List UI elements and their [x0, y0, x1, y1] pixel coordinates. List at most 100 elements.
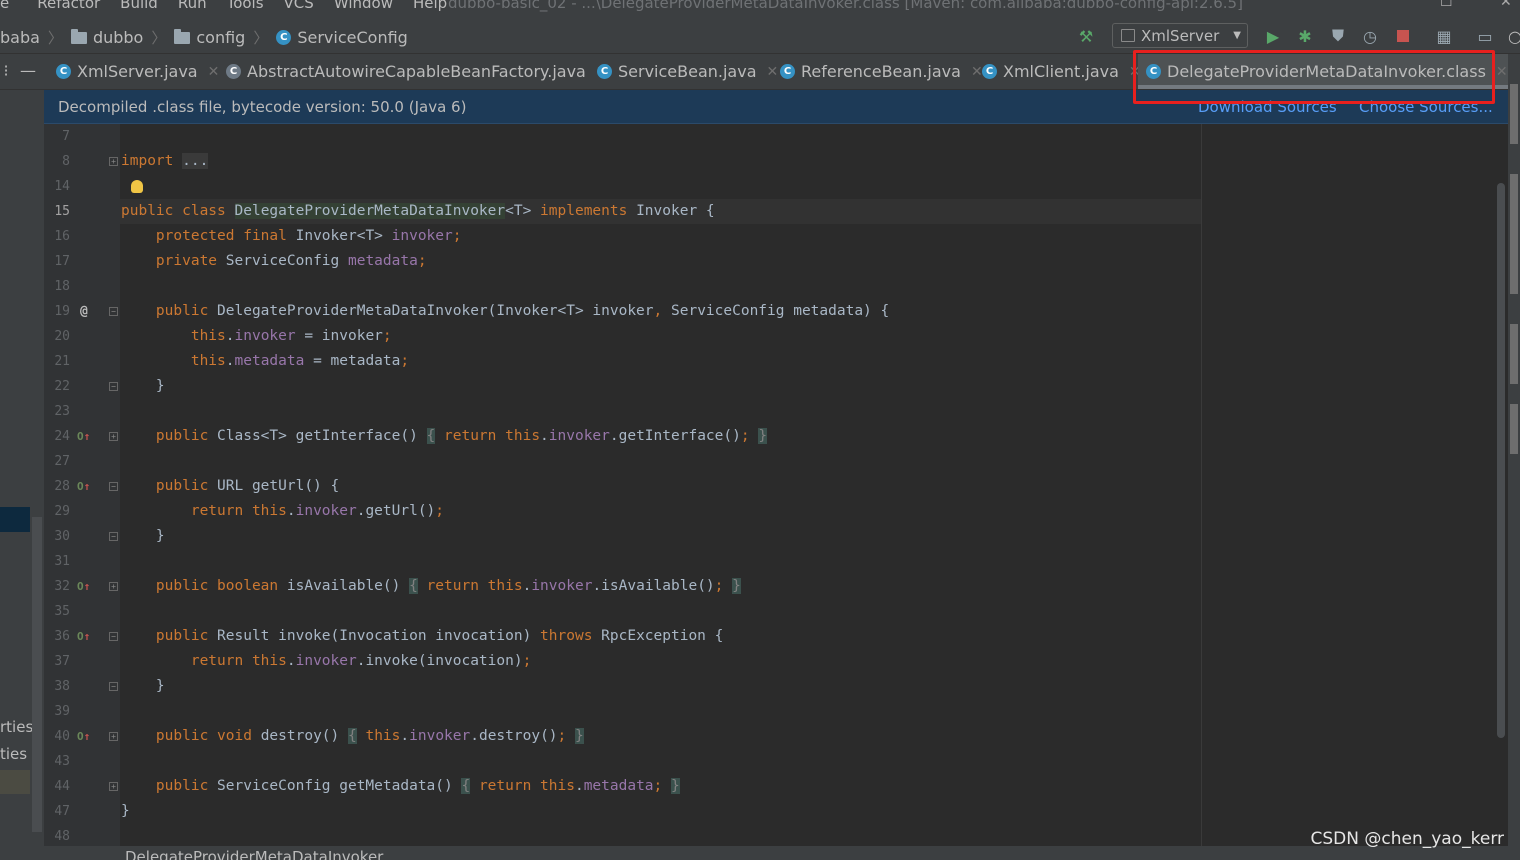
- coverage-icon[interactable]: ⛊: [1328, 26, 1348, 46]
- implements-method-icon[interactable]: O↑: [77, 424, 90, 449]
- folder-icon: [174, 28, 191, 44]
- stop-icon[interactable]: [1393, 26, 1413, 46]
- line-number: 47: [54, 804, 70, 819]
- fold-toggle-icon[interactable]: +: [109, 582, 118, 591]
- tree-item[interactable]: rties: [0, 718, 33, 736]
- class-icon: C: [982, 64, 997, 79]
- code-line: 17 private ServiceConfig metadata;: [44, 249, 1504, 274]
- line-number: 18: [54, 279, 70, 294]
- tree-item-highlight: [0, 770, 30, 794]
- tab-servicebean[interactable]: C ServiceBean.java ✕: [597, 54, 778, 89]
- tool-window-button[interactable]: [1510, 174, 1518, 294]
- code-line: 20 this.invoker = invoker;: [44, 324, 1504, 349]
- run-configuration-select[interactable]: XmlServer ▼: [1112, 23, 1248, 48]
- close-tab-icon[interactable]: ✕: [767, 64, 779, 80]
- tree-item[interactable]: ties: [0, 745, 27, 763]
- project-structure-icon[interactable]: ▦: [1434, 26, 1454, 46]
- fold-toggle-icon[interactable]: +: [109, 432, 118, 441]
- tab-xmlserver[interactable]: C XmlServer.java ✕: [56, 54, 219, 89]
- fold-toggle-icon[interactable]: +: [109, 732, 118, 741]
- fold-toggle-icon[interactable]: −: [109, 532, 118, 541]
- tool-window-button[interactable]: [1510, 84, 1518, 144]
- breadcrumb: baba 〉 dubbo 〉 config 〉 C ServiceConfig: [0, 27, 408, 48]
- editor-scrollbar[interactable]: [1497, 183, 1505, 738]
- line-number: 28: [54, 479, 70, 494]
- code-text: return this.invoker.getUrl();: [190, 503, 445, 519]
- selected-tree-item[interactable]: [0, 507, 30, 532]
- menu-tools[interactable]: Tools: [227, 0, 264, 12]
- code-text: public DelegateProviderMetaDataInvoker(I…: [155, 303, 890, 319]
- code-text: public ServiceConfig getMetadata() { ret…: [155, 778, 680, 794]
- code-line: 22 − }: [44, 374, 1504, 399]
- fold-toggle-icon[interactable]: −: [109, 632, 118, 641]
- fold-toggle-icon[interactable]: −: [109, 307, 118, 316]
- code-text: public Result invoke(Invocation invocati…: [155, 628, 724, 644]
- close-tab-icon[interactable]: ✕: [1496, 64, 1508, 80]
- line-number: 37: [54, 654, 70, 669]
- line-number: 30: [54, 529, 70, 544]
- close-tab-icon[interactable]: ✕: [971, 64, 983, 80]
- menu-refactor[interactable]: Refactor: [37, 0, 100, 12]
- fold-toggle-icon[interactable]: −: [109, 382, 118, 391]
- search-icon[interactable]: ○: [1505, 26, 1520, 46]
- banner-message: Decompiled .class file, bytecode version…: [58, 98, 467, 116]
- fold-toggle-icon[interactable]: +: [109, 782, 118, 791]
- code-line: 31: [44, 549, 1504, 574]
- editor-breadcrumb-bar: DelegateProviderMetaDataInvoker: [44, 846, 1508, 860]
- line-number: 7: [62, 129, 70, 144]
- breadcrumb-item-baba[interactable]: baba: [0, 28, 40, 47]
- menu-vcs[interactable]: VCS: [284, 0, 314, 12]
- line-number: 31: [54, 554, 70, 569]
- code-line: 37 return this.invoker.invoke(invocation…: [44, 649, 1504, 674]
- breadcrumb-item-config[interactable]: config: [196, 28, 245, 47]
- maximize-icon[interactable]: ☐: [1440, 0, 1453, 10]
- menu-run[interactable]: Run: [178, 0, 207, 12]
- code-text: public Class<T> getInterface() { return …: [155, 428, 768, 444]
- tab-xmlclient[interactable]: C XmlClient.java ✕: [982, 54, 1141, 89]
- breadcrumb-item-serviceconfig[interactable]: ServiceConfig: [297, 28, 407, 47]
- code-line: 40 O↑ + public void destroy() { this.inv…: [44, 724, 1504, 749]
- tab-abstractautowirecapablebeanfactory[interactable]: C AbstractAutowireCapableBeanFactory.jav…: [226, 54, 608, 89]
- tab-label: XmlClient.java: [1003, 62, 1119, 81]
- line-number: 24: [54, 429, 70, 444]
- line-number: 29: [54, 504, 70, 519]
- run-icon[interactable]: ▶: [1263, 26, 1283, 46]
- minimize-icon[interactable]: —: [18, 60, 38, 80]
- code-line: 19 @ − public DelegateProviderMetaDataIn…: [44, 299, 1504, 324]
- tool-window-button[interactable]: [1510, 324, 1518, 384]
- profile-icon[interactable]: ◷: [1360, 26, 1380, 46]
- breadcrumb-item-dubbo[interactable]: dubbo: [93, 28, 143, 47]
- panel-scrollbar[interactable]: [32, 517, 42, 832]
- close-window-icon[interactable]: ✕: [1500, 0, 1512, 10]
- split-icon[interactable]: ⁝: [0, 60, 16, 80]
- line-number: 27: [54, 454, 70, 469]
- code-text: this.metadata = metadata;: [190, 353, 410, 369]
- implements-method-icon[interactable]: O↑: [77, 624, 90, 649]
- annotation-at-icon[interactable]: @: [80, 299, 88, 324]
- line-number: 40: [54, 729, 70, 744]
- implements-method-icon[interactable]: O↑: [77, 724, 90, 749]
- menu-help[interactable]: Help: [413, 0, 447, 12]
- terminal-icon[interactable]: ▭: [1475, 26, 1495, 46]
- implements-method-icon[interactable]: O↑: [77, 474, 90, 499]
- fold-toggle-icon[interactable]: −: [109, 482, 118, 491]
- menu-build[interactable]: Build: [120, 0, 158, 12]
- tab-referencebean[interactable]: C ReferenceBean.java ✕: [780, 54, 983, 89]
- code-text: public void destroy() { this.invoker.des…: [155, 728, 584, 744]
- fold-toggle-icon[interactable]: −: [109, 682, 118, 691]
- line-number: 8: [62, 154, 70, 169]
- fold-toggle-icon[interactable]: +: [109, 157, 118, 166]
- status-breadcrumb[interactable]: DelegateProviderMetaDataInvoker: [125, 848, 383, 860]
- menu-window[interactable]: Window: [334, 0, 393, 12]
- code-text: public class DelegateProviderMetaDataInv…: [121, 203, 715, 219]
- menu-bar: e Refactor Build Run Tools VCS Window He…: [0, 0, 1520, 20]
- implements-method-icon[interactable]: O↑: [77, 574, 90, 599]
- code-line: 28 O↑ − public URL getUrl() {: [44, 474, 1504, 499]
- menu-edit[interactable]: e: [0, 0, 9, 12]
- close-tab-icon[interactable]: ✕: [208, 64, 220, 80]
- debug-icon[interactable]: ✱: [1295, 26, 1315, 46]
- code-line: 27: [44, 449, 1504, 474]
- build-hammer-icon[interactable]: ⚒: [1076, 26, 1096, 46]
- code-text: }: [121, 378, 165, 394]
- tool-window-button[interactable]: [1510, 404, 1518, 454]
